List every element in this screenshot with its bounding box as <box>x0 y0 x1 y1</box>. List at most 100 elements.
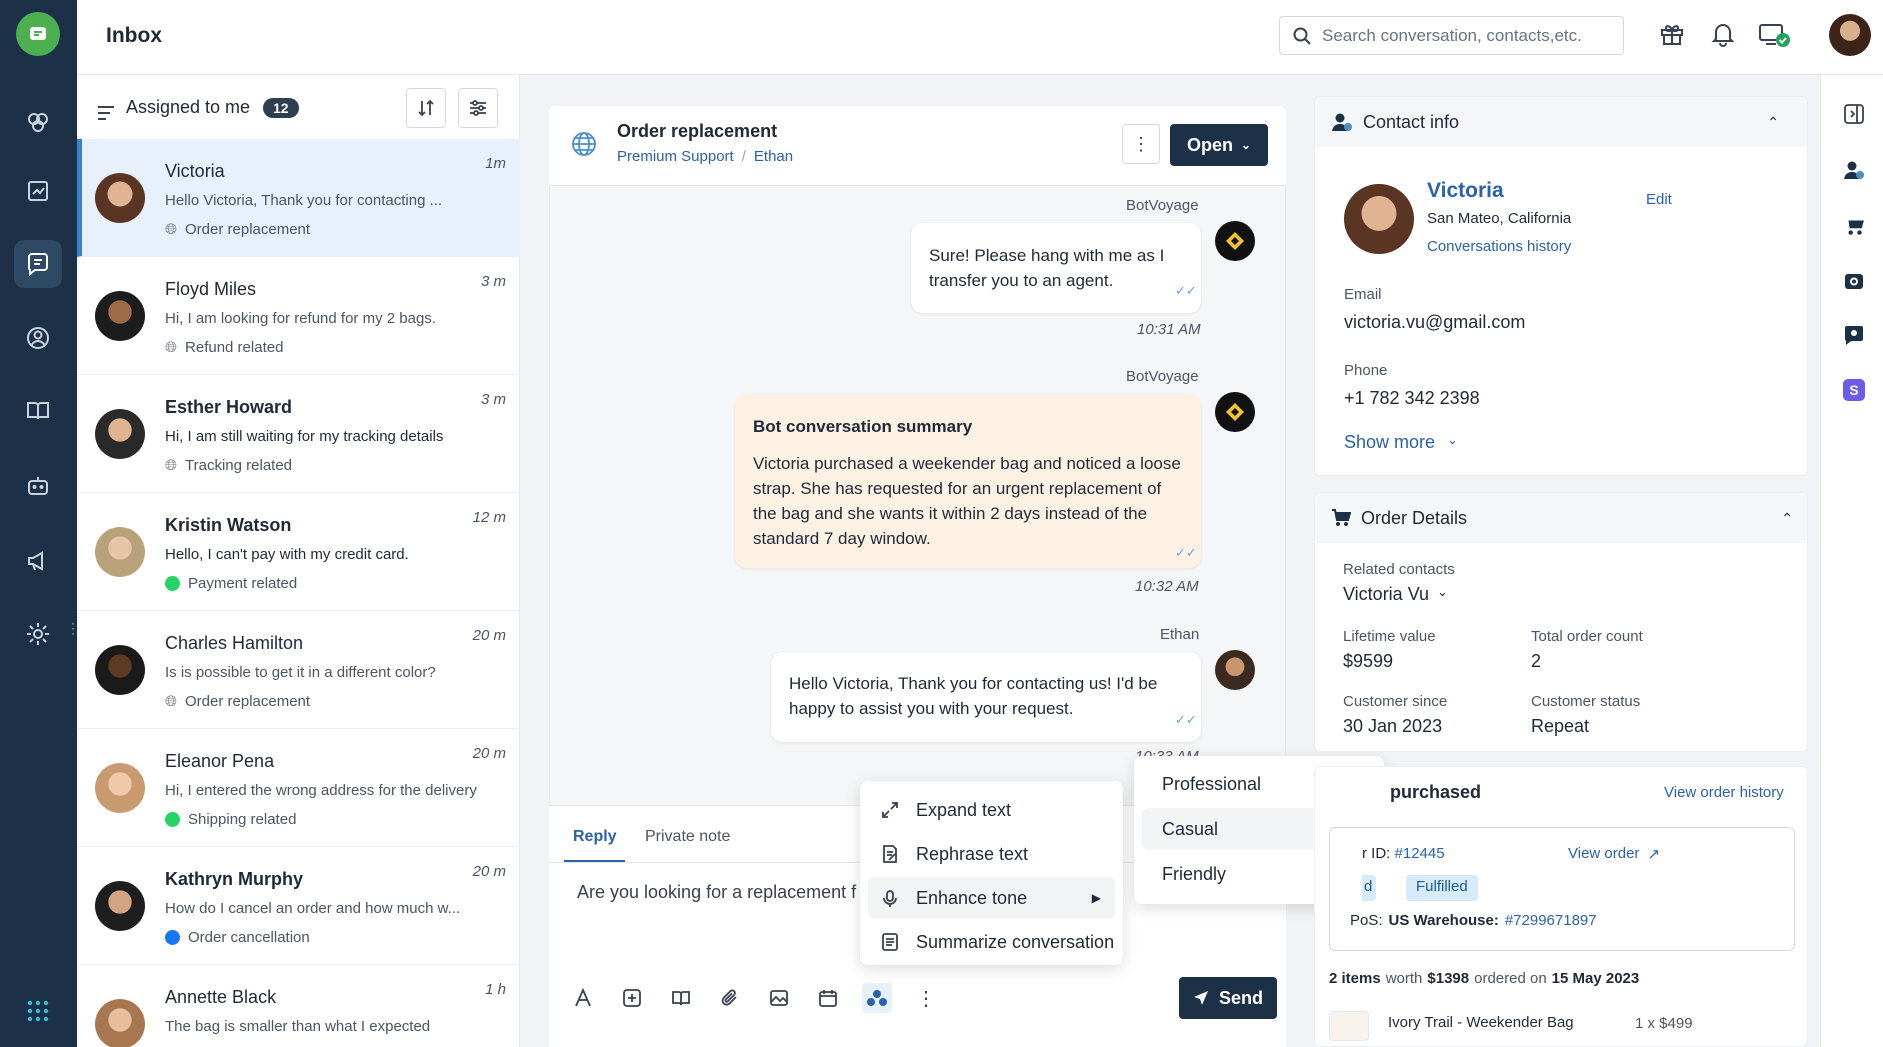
image-icon[interactable] <box>764 983 794 1013</box>
count-badge: 12 <box>263 98 299 118</box>
collapse-panel-icon[interactable] <box>1843 103 1865 125</box>
breadcrumb-team[interactable]: Premium Support <box>617 148 734 165</box>
contact-name: Charles Hamilton <box>165 633 304 653</box>
view-order-history-link[interactable]: View order history <box>1664 784 1784 801</box>
app-logo-icon[interactable] <box>16 12 60 56</box>
canned-response-icon[interactable] <box>617 983 647 1013</box>
message-time: 10:32 AM <box>1135 578 1199 595</box>
contact-name[interactable]: Victoria <box>1427 179 1504 203</box>
contacts-icon[interactable] <box>14 314 62 362</box>
dashboard-icon[interactable] <box>14 99 62 147</box>
knowledge-base-icon[interactable] <box>14 387 62 435</box>
timestamp: 3 m <box>480 273 506 290</box>
bell-icon[interactable] <box>1710 21 1736 47</box>
calendar-icon[interactable] <box>813 983 843 1013</box>
reports-icon[interactable] <box>14 167 62 215</box>
search-icon <box>1293 27 1311 45</box>
filter-label[interactable]: Assigned to me <box>126 97 250 118</box>
list-item[interactable]: Charles Hamilton 20 m Is is possible to … <box>77 611 520 729</box>
expand-icon <box>882 802 898 818</box>
lifetime-value: $9599 <box>1343 651 1394 671</box>
summary-title: Bot conversation summary <box>753 417 973 436</box>
microphone-sparkle-icon <box>883 890 897 907</box>
inbox-icon[interactable] <box>14 240 62 288</box>
filter-button[interactable] <box>458 88 498 128</box>
breadcrumb-agent[interactable]: Ethan <box>754 148 793 165</box>
message-time: 10:31 AM <box>1137 321 1201 338</box>
filter-sliders-icon <box>470 100 486 116</box>
menu-item-rephrase[interactable]: Rephrase text <box>868 833 1115 875</box>
view-order-link[interactable]: View order ↗ <box>1568 845 1660 863</box>
cart-icon[interactable] <box>1843 215 1865 237</box>
menu-lines-icon[interactable] <box>97 105 115 121</box>
fulfilled-badge: Fulfilled <box>1406 875 1478 901</box>
show-more-link[interactable]: Show more ⌄ <box>1344 432 1458 453</box>
bot-summary-bubble: Bot conversation summary Victoria purcha… <box>735 394 1201 568</box>
attachment-icon[interactable] <box>715 983 745 1013</box>
chevron-down-icon: ⌄ <box>1240 138 1252 152</box>
bot-avatar-icon <box>1215 392 1255 432</box>
list-item[interactable]: Esther Howard 3 m Hi, I am still waiting… <box>77 375 520 493</box>
message-preview: Is is possible to get it in a different … <box>165 664 436 681</box>
conversations-history-link[interactable]: Conversations history <box>1427 238 1571 255</box>
avatar <box>95 291 145 341</box>
search-placeholder: Search conversation, contacts,etc. <box>1322 25 1582 45</box>
related-contacts-select[interactable]: Victoria Vu ⌄ <box>1343 584 1448 605</box>
order-id: r ID: #12445 <box>1362 845 1445 862</box>
contact-name: Eleanor Pena <box>165 751 275 771</box>
contact-person-icon[interactable] <box>1843 159 1865 181</box>
user-avatar[interactable] <box>1829 14 1871 56</box>
search-input[interactable]: Search conversation, contacts,etc. <box>1279 16 1624 55</box>
contact-avatar <box>1344 184 1414 254</box>
settings-icon[interactable] <box>14 610 62 658</box>
send-button[interactable]: Send <box>1179 977 1277 1019</box>
menu-item-expand[interactable]: Expand text <box>868 789 1115 831</box>
reply-input[interactable]: Are you looking for a replacement f <box>577 882 857 903</box>
avatar <box>95 881 145 931</box>
order-summary-line: 2 items worth $1398 ordered on 15 May 2023 <box>1329 970 1640 987</box>
list-item[interactable]: Victoria 1m Hello Victoria, Thank you fo… <box>77 139 520 257</box>
more-vertical-icon[interactable]: ⋮ <box>911 983 941 1013</box>
message-preview: Hello, I can't pay with my credit card. <box>165 546 409 563</box>
contact-info-header[interactable]: Contact info ⌃ <box>1315 97 1807 147</box>
email-label: Email <box>1344 286 1382 303</box>
menu-item-enhance-tone[interactable]: Enhance tone ▶ <box>868 877 1115 919</box>
chat-header: Order replacement Premium Support / Etha… <box>549 106 1286 186</box>
menu-item-summarize[interactable]: Summarize conversation <box>868 921 1115 963</box>
text-format-icon[interactable] <box>568 983 598 1013</box>
contact-info-card: Contact info ⌃ Victoria Edit San Mateo, … <box>1314 96 1808 476</box>
agent-status-icon[interactable] <box>1758 20 1792 50</box>
status-open-button[interactable]: Open ⌄ <box>1170 124 1268 166</box>
tab-private-note[interactable]: Private note <box>645 828 730 846</box>
message-sender: BotVoyage <box>1126 368 1199 385</box>
list-item[interactable]: Kathryn Murphy 20 m How do I cancel an o… <box>77 847 520 965</box>
campaigns-icon[interactable] <box>14 537 62 585</box>
list-item[interactable]: Eleanor Pena 20 m Hi, I entered the wron… <box>77 729 520 847</box>
bot-icon[interactable] <box>14 462 62 510</box>
camera-icon[interactable] <box>1843 270 1865 292</box>
list-item[interactable]: Kristin Watson 12 m Hello, I can't pay w… <box>77 493 520 611</box>
globe-icon: 🌐︎ <box>165 221 178 238</box>
avatar <box>95 645 145 695</box>
read-check-icon: ✓✓ <box>1175 545 1197 560</box>
avatar <box>95 409 145 459</box>
more-options-button[interactable]: ⋮ <box>1122 124 1160 164</box>
avatar <box>95 999 145 1047</box>
integration-s-icon[interactable]: S <box>1843 379 1865 401</box>
list-item[interactable]: Floyd Miles 3 m Hi, I am looking for ref… <box>77 257 520 375</box>
order-details-header[interactable]: Order Details ⌃ <box>1315 493 1807 543</box>
sort-button[interactable] <box>406 88 446 128</box>
conversation-tag: Order cancellation <box>165 929 310 946</box>
knowledge-book-icon[interactable] <box>666 983 696 1013</box>
globe-icon: 🌐︎ <box>165 339 178 356</box>
tab-reply[interactable]: Reply <box>573 828 617 846</box>
contact-name: Annette Black <box>165 987 277 1007</box>
edit-contact-link[interactable]: Edit <box>1646 191 1672 208</box>
gift-icon[interactable] <box>1659 21 1685 47</box>
globe-icon: 🌐︎ <box>165 457 178 474</box>
list-item[interactable]: Annette Black 1 h The bag is smaller tha… <box>77 965 520 1047</box>
chat-bot-icon[interactable] <box>1843 324 1865 346</box>
apps-grid-icon[interactable] <box>14 987 62 1035</box>
ai-assist-icon[interactable] <box>862 983 892 1013</box>
lifetime-value-label: Lifetime value <box>1343 628 1436 645</box>
